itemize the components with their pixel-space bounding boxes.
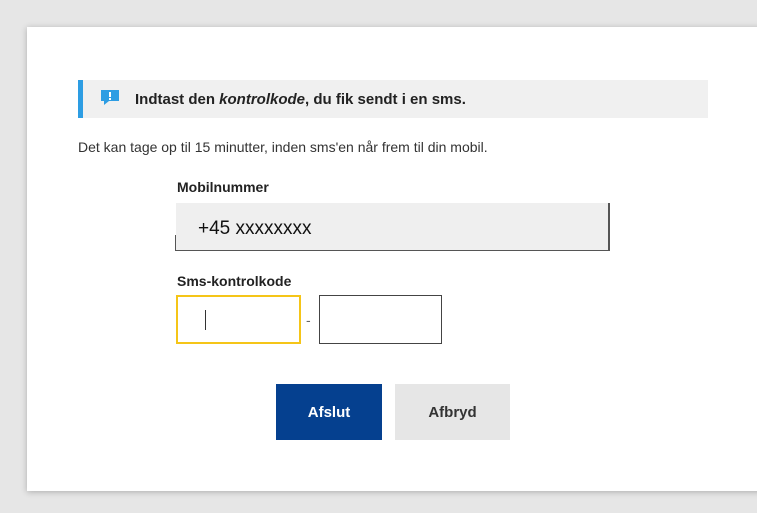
notice-emphasis: kontrolkode [219, 91, 306, 108]
phone-number-value: +45 xxxxxxxx [198, 218, 312, 239]
finish-button[interactable]: Afslut [276, 384, 382, 440]
notice-banner: Indtast den kontrolkode, du fik sendt i … [78, 80, 708, 118]
sms-code-label: Sms-kontrolkode [177, 273, 292, 289]
sms-code-input-part2[interactable] [319, 295, 442, 344]
phone-label: Mobilnummer [177, 179, 269, 195]
cancel-button[interactable]: Afbryd [395, 384, 510, 440]
phone-number-field: +45 xxxxxxxx [175, 203, 610, 251]
code-separator: - [306, 312, 311, 328]
text-caret [205, 310, 206, 330]
notice-message: Indtast den kontrolkode, du fik sendt i … [135, 91, 466, 108]
info-text: Det kan tage op til 15 minutter, inden s… [78, 139, 488, 155]
sms-code-input-part1[interactable] [176, 295, 301, 344]
exclamation-speech-bubble-icon [100, 89, 120, 106]
